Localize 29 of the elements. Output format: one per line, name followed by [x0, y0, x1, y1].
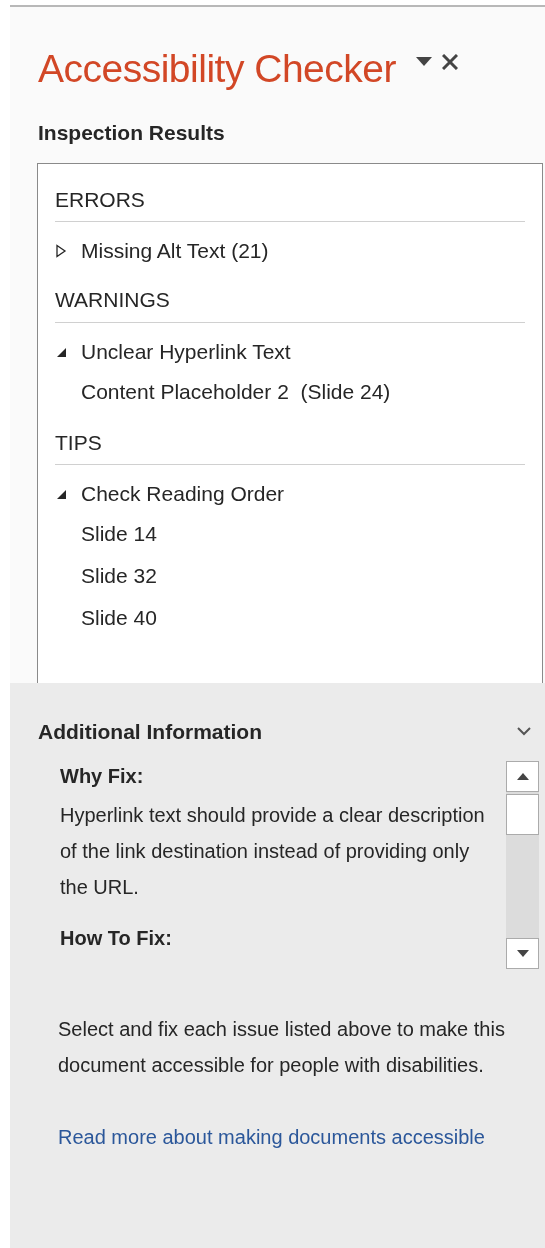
pane-title: Accessibility Checker: [38, 48, 396, 88]
section-heading: Inspection Results: [38, 121, 225, 144]
issue-location[interactable]: Slide 14: [81, 518, 157, 550]
chevron-down-icon[interactable]: [517, 726, 531, 736]
issue-item[interactable]: Check Reading Order: [81, 478, 285, 510]
issue-item[interactable]: Unclear Hyperlink Text: [81, 335, 291, 368]
category-heading: ERRORS: [55, 187, 145, 211]
issue-location[interactable]: Slide 32: [81, 560, 157, 592]
down-arrow-icon: [516, 950, 529, 957]
scroll-up-button[interactable]: [506, 761, 539, 792]
collapse-triangle-icon[interactable]: [55, 488, 67, 500]
subheading: How To Fix:: [60, 926, 173, 951]
why-fix-text: Hyperlink text should provide a clear description of the link destination instead of providing only the URL.: [60, 803, 486, 900]
scroll-down-button[interactable]: [506, 938, 539, 969]
issue-location[interactable]: Slide 40: [81, 602, 157, 634]
issue-item[interactable]: Missing Alt Text (21): [81, 235, 269, 267]
dropdown-arrow-icon[interactable]: [415, 57, 432, 67]
expand-triangle-icon[interactable]: [55, 244, 67, 258]
up-arrow-icon: [516, 773, 529, 780]
subheading: Why Fix:: [60, 764, 145, 789]
close-icon[interactable]: [441, 54, 458, 70]
scroll-thumb[interactable]: [506, 794, 539, 835]
read-more-link[interactable]: Read more about making documents accessible: [38, 1119, 531, 1155]
instruction-text: Select and fix each issue listed above to make this document accessible for people with disabilities.: [57, 1017, 506, 1078]
section-heading: Additional Information: [38, 718, 262, 745]
category-heading: TIPS: [55, 430, 102, 454]
scrollbar[interactable]: [506, 761, 539, 969]
category-heading: WARNINGS: [55, 288, 170, 311]
issue-location[interactable]: Content Placeholder 2 (Slide 24): [81, 375, 391, 408]
